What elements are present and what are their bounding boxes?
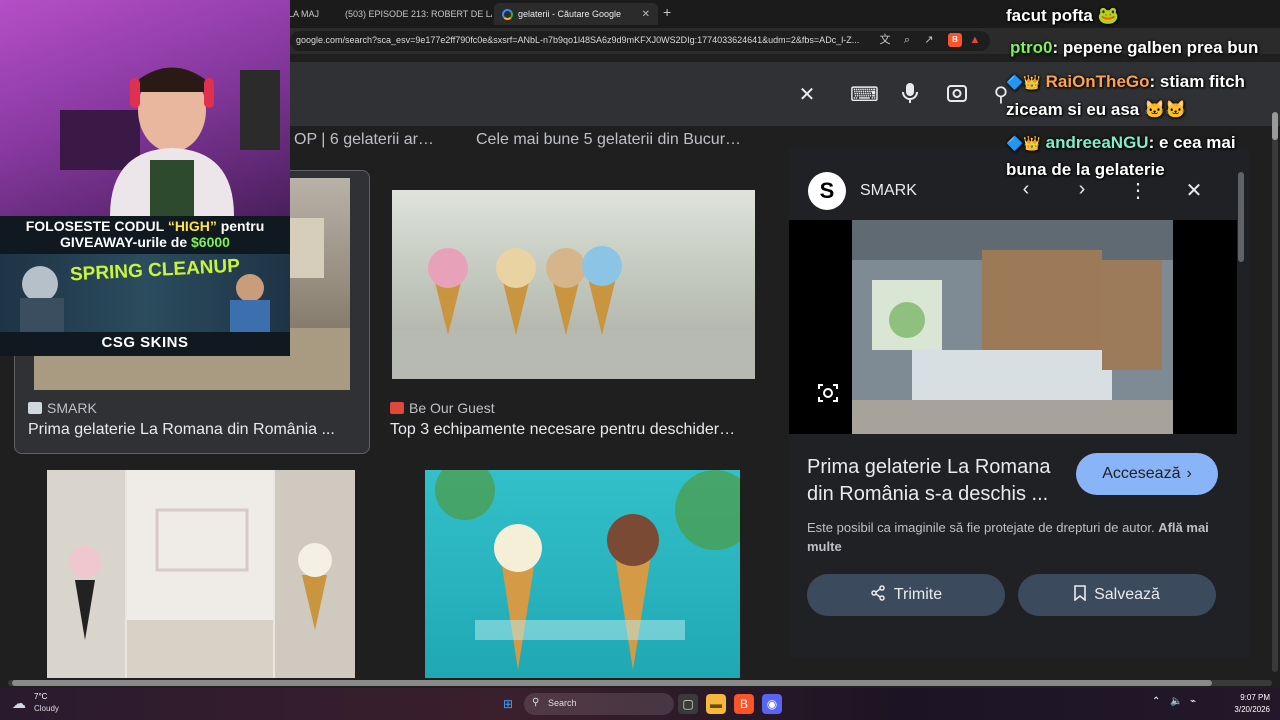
visit-label: Accesează <box>1102 465 1181 482</box>
copyright-text: Este posibil ca imaginile să fie proteja… <box>807 520 1155 535</box>
panel-image[interactable] <box>852 220 1173 434</box>
search-icon: ⚲ <box>532 697 540 708</box>
start-icon[interactable]: ⊞ <box>498 694 518 714</box>
result-source: SMARK <box>28 400 97 416</box>
network-icon[interactable]: ⌁ <box>1190 696 1196 707</box>
horizontal-scrollbar-thumb[interactable] <box>12 680 1212 686</box>
speaker-icon[interactable]: 🔈 <box>1170 696 1182 707</box>
chat-message-continued: buna de la gelaterie <box>1006 160 1165 179</box>
promo-line-2: GIVEAWAY-urile de $6000 <box>60 234 230 250</box>
result-image[interactable] <box>47 470 355 678</box>
tray-chevron-icon[interactable]: ⌃ <box>1152 696 1160 707</box>
bookmark-icon <box>1074 584 1086 606</box>
copyright-notice: Este posibil ca imaginile să fie proteja… <box>807 518 1227 556</box>
panel-scrollbar[interactable] <box>1238 172 1244 262</box>
chat-message-continued: ziceam si eu asa 🐱🐱 <box>1006 100 1187 119</box>
taskbar-search[interactable]: Search <box>524 693 674 715</box>
tab-label: gelaterii - Căutare Google <box>518 9 622 19</box>
visit-button[interactable]: Accesează › <box>1076 453 1218 495</box>
brave-shield-icon[interactable]: B <box>948 33 962 47</box>
new-tab-button[interactable]: + <box>663 4 671 20</box>
save-button[interactable]: Salvează <box>1018 574 1216 616</box>
task-view-icon[interactable]: ▢ <box>678 694 698 714</box>
result-title[interactable]: Prima gelaterie La Romana din România ..… <box>28 421 358 439</box>
beourguest-favicon-icon <box>390 402 404 414</box>
lens-icon[interactable] <box>944 82 970 108</box>
csg-skins-logo: CSG SKINS <box>101 334 189 351</box>
tab-label: LA MAJ <box>288 9 320 19</box>
chat-message: facut pofta 🐸 <box>1006 6 1119 25</box>
result-title[interactable]: Top 3 echipamente necesare pentru deschi… <box>390 421 755 439</box>
microphone-icon[interactable] <box>897 82 923 108</box>
weather-desc[interactable]: Cloudy <box>34 704 59 713</box>
result-image[interactable] <box>392 190 755 379</box>
chevron-right-icon[interactable]: › <box>1070 178 1094 201</box>
panel-title[interactable]: Prima gelaterie La Romana din România s-… <box>807 454 1067 508</box>
smark-logo: S <box>808 172 846 210</box>
google-icon <box>502 8 513 20</box>
source-label: Be Our Guest <box>409 400 495 416</box>
webcam-feed <box>0 0 290 216</box>
brave-rewards-icon[interactable]: ▲ <box>968 33 982 47</box>
page-scrollbar-thumb[interactable] <box>1272 112 1278 140</box>
result-image[interactable] <box>425 470 740 678</box>
file-explorer-icon[interactable]: ▬ <box>706 694 726 714</box>
close-tab-icon[interactable]: ✕ <box>642 9 650 20</box>
clear-search-icon[interactable]: ✕ <box>794 82 820 108</box>
weather-temp[interactable]: 7°C <box>34 692 47 701</box>
brave-browser-icon[interactable]: B <box>734 694 754 714</box>
cloud-icon[interactable]: ☁ <box>12 695 26 712</box>
chat-message: 🔷👑 andreeaNGU: e cea mai <box>1006 133 1236 152</box>
smark-favicon-icon <box>28 402 42 414</box>
source-label: SMARK <box>47 400 97 416</box>
zoom-icon[interactable]: ⌕ <box>900 33 914 47</box>
close-panel-icon[interactable]: ✕ <box>1182 178 1206 203</box>
tab-google-active[interactable]: gelaterii - Căutare Google ✕ <box>494 3 658 25</box>
clock-time[interactable]: 9:07 PM <box>1228 693 1270 702</box>
more-options-icon[interactable]: ⋮ <box>1126 178 1150 203</box>
clock-date[interactable]: 3/20/2026 <box>1222 705 1270 714</box>
chat-message: 🔷👑 RaiOnTheGo: stiam fitch <box>1006 72 1245 91</box>
share-icon <box>870 584 886 606</box>
chat-message: ptro0: pepene galben prea bun <box>1010 38 1259 57</box>
tab-label: (503) EPISODE 213: ROBERT DE LA A <box>345 9 492 19</box>
result-source: Be Our Guest <box>390 400 495 416</box>
chevron-right-icon: › <box>1186 465 1192 482</box>
chat-badges-icon: 🔷👑 <box>1006 74 1041 90</box>
panel-source: SMARK <box>860 182 917 199</box>
result-caption[interactable]: OP | 6 gelaterii ar… <box>294 131 434 149</box>
discord-icon[interactable]: ◉ <box>762 694 782 714</box>
share-icon[interactable]: ↗ <box>922 33 936 47</box>
chevron-left-icon[interactable]: ‹ <box>1014 178 1038 201</box>
translate-icon[interactable]: 文 <box>878 33 892 47</box>
chat-badges-icon: 🔷👑 <box>1006 135 1041 151</box>
save-label: Salvează <box>1094 586 1160 603</box>
promo-line-1: FOLOSESTE CODUL “HIGH” pentru <box>25 218 265 234</box>
tab-2[interactable]: (503) EPISODE 213: ROBERT DE LA A <box>332 3 492 25</box>
share-label: Trimite <box>893 586 943 603</box>
result-caption[interactable]: Cele mai bune 5 gelaterii din Bucur… <box>476 131 741 149</box>
cat-emote-icon: 🐱🐱 <box>1144 100 1187 119</box>
share-button[interactable]: Trimite <box>807 574 1005 616</box>
frog-emote-icon: 🐸 <box>1097 6 1119 25</box>
page-scrollbar-track[interactable] <box>1272 112 1278 672</box>
keyboard-icon[interactable]: ⌨ <box>850 82 879 108</box>
search-in-image-icon[interactable] <box>816 382 840 406</box>
